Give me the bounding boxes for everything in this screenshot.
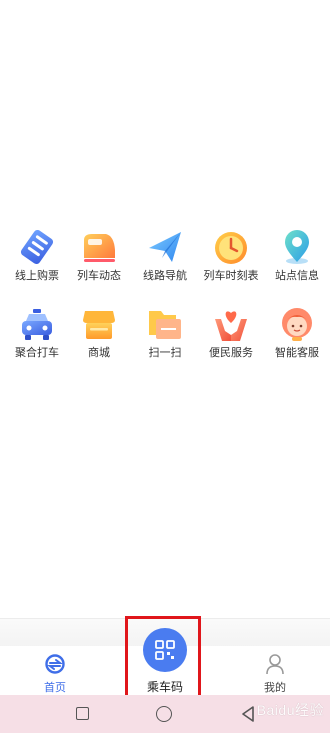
clock-icon [215, 232, 247, 264]
service-label: 扫一扫 [148, 346, 182, 359]
tab-home-label: 首页 [44, 681, 66, 694]
location-pin-icon [285, 230, 309, 264]
home-button[interactable] [156, 706, 172, 722]
service-label: 线路导航 [143, 269, 187, 282]
ticket-icon [20, 229, 54, 265]
service-label: 站点信息 [275, 269, 319, 282]
taxi-icon [22, 309, 52, 340]
service-label: 聚合打车 [15, 346, 59, 359]
tab-mine[interactable]: 我的 [250, 650, 300, 694]
back-button[interactable] [241, 706, 255, 722]
tab-home[interactable]: 首页 [30, 650, 80, 694]
shop-icon [83, 311, 115, 339]
service-label: 便民服务 [209, 346, 253, 359]
user-icon [266, 654, 284, 675]
tab-mine-label: 我的 [264, 681, 286, 694]
service-label: 智能客服 [275, 346, 319, 359]
scan-icon [149, 311, 181, 339]
train-icon [84, 234, 115, 262]
paper-plane-icon [149, 232, 181, 262]
customer-service-icon [282, 308, 312, 341]
watermark-logo: Baidu经验 [256, 702, 324, 718]
service-label: 商城 [88, 346, 110, 359]
highlight-annotation-box [125, 616, 201, 702]
heart-hands-icon [215, 311, 247, 341]
recents-button[interactable] [76, 707, 89, 720]
service-label: 列车动态 [77, 269, 121, 282]
service-label: 列车时刻表 [203, 269, 259, 282]
home-icon [45, 654, 65, 674]
service-label: 线上购票 [15, 269, 59, 282]
